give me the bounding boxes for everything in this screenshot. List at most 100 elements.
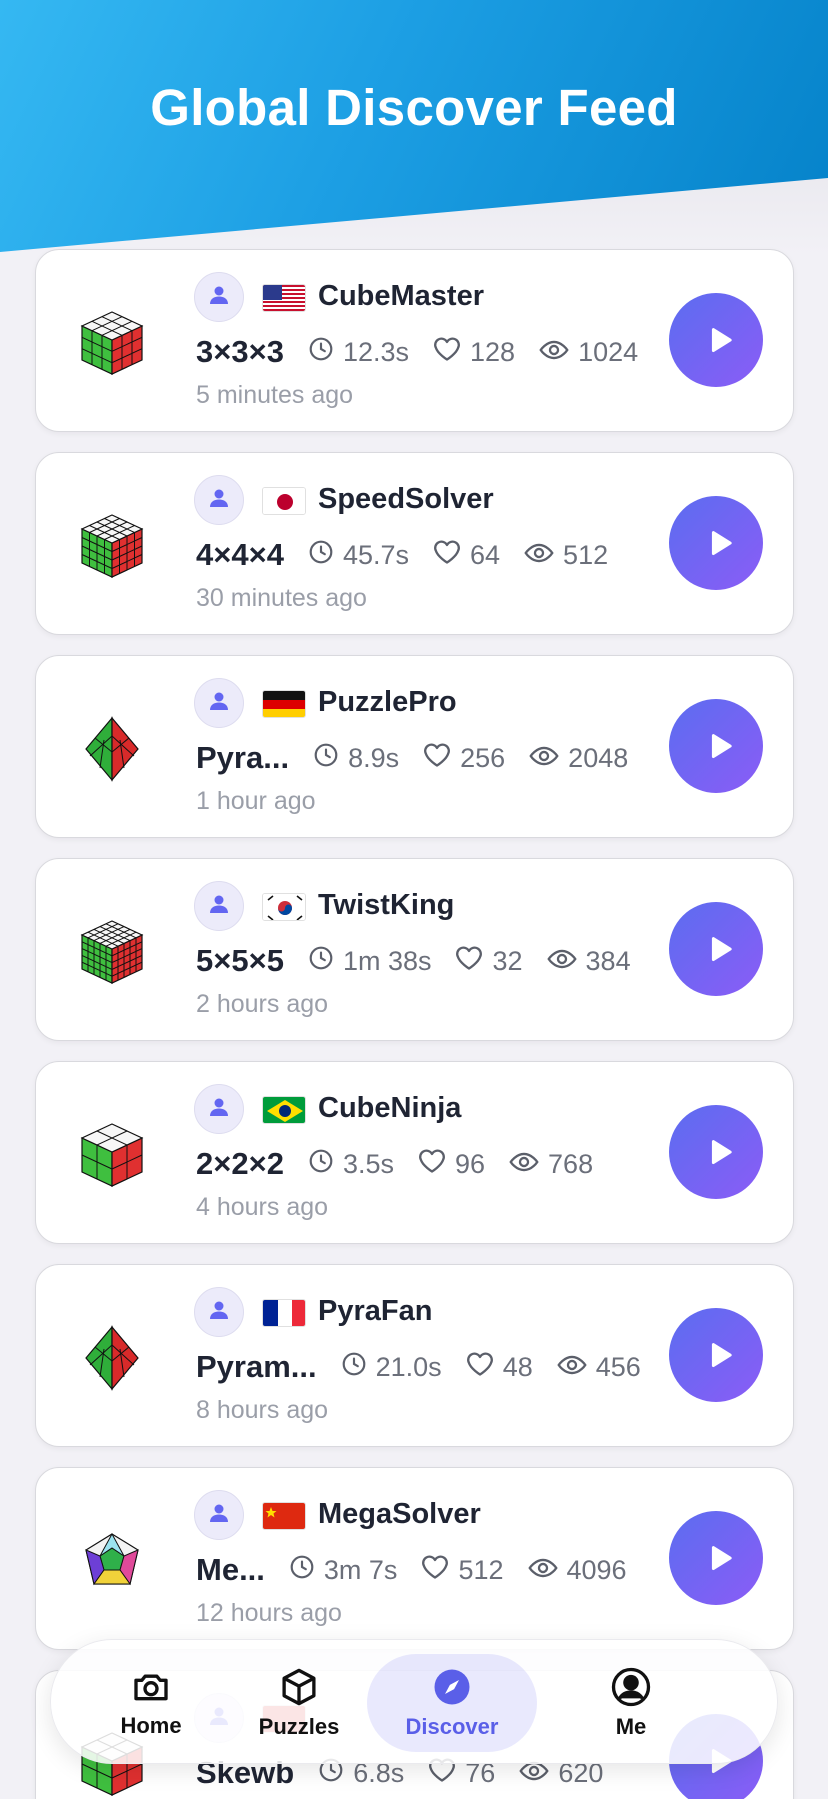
play-button[interactable]	[669, 293, 763, 387]
heart-icon[interactable]	[418, 1148, 455, 1181]
like-count[interactable]: 128	[433, 336, 515, 369]
solve-time: 21.0s	[341, 1351, 442, 1384]
play-button[interactable]	[669, 902, 763, 996]
view-count-value: 4096	[566, 1554, 627, 1585]
solve-time-value: 21.0s	[375, 1351, 442, 1382]
like-count-value: 48	[502, 1351, 533, 1382]
username[interactable]: PyraFan	[318, 1295, 432, 1328]
tab-home[interactable]: Home	[66, 1654, 236, 1752]
clock-icon	[313, 742, 348, 775]
solve-stats-row: Pyra... 8.9s 256 2048	[196, 738, 628, 778]
heart-icon[interactable]	[455, 945, 492, 978]
user-icon	[207, 486, 231, 515]
eye-icon	[546, 946, 586, 977]
view-count: 384	[546, 946, 631, 977]
like-count[interactable]: 64	[433, 539, 500, 572]
solve-stats-row: 3×3×3 12.3s 128 1024	[196, 332, 638, 372]
tab-me[interactable]: Me	[546, 1654, 716, 1752]
cube-2x2-icon	[80, 1122, 144, 1188]
compass-icon	[431, 1666, 473, 1708]
feed-card[interactable]: CubeMaster 3×3×3 12.3s 128 1024 5 minutes ago	[35, 249, 794, 432]
like-count[interactable]: 512	[421, 1554, 504, 1587]
username[interactable]: CubeMaster	[318, 280, 484, 313]
solve-time: 3.5s	[308, 1148, 394, 1181]
solve-time-value: 12.3s	[342, 336, 409, 367]
heart-icon[interactable]	[433, 539, 470, 572]
like-count-value: 512	[458, 1554, 504, 1585]
feed-card[interactable]: TwistKing 5×5×5 1m 38s 32 384 2 hours ago	[35, 858, 794, 1041]
like-count[interactable]: 32	[455, 945, 523, 978]
like-count[interactable]: 48	[466, 1351, 533, 1384]
play-button[interactable]	[669, 1308, 763, 1402]
view-count-value: 768	[548, 1148, 594, 1179]
tab-puzzles[interactable]: Puzzles	[214, 1654, 384, 1752]
timestamp: 30 minutes ago	[196, 584, 367, 612]
avatar[interactable]	[194, 1287, 244, 1337]
play-icon	[702, 323, 736, 357]
play-icon	[702, 1541, 736, 1575]
clock-icon	[308, 945, 343, 978]
username[interactable]: MegaSolver	[318, 1498, 481, 1531]
like-count[interactable]: 256	[423, 742, 505, 775]
avatar[interactable]	[194, 678, 244, 728]
tab-label: Puzzles	[258, 1714, 340, 1739]
feed-card[interactable]: PuzzlePro Pyra... 8.9s 256 2048 1 hour ago	[35, 655, 794, 838]
solve-stats-row: 2×2×2 3.5s 96 768	[196, 1144, 593, 1184]
page-title: Global Discover Feed	[150, 79, 678, 136]
avatar[interactable]	[194, 272, 244, 322]
clock-icon	[341, 1351, 376, 1384]
avatar[interactable]	[194, 475, 244, 525]
eye-icon	[529, 743, 568, 774]
puzzle-type: 5×5×5	[196, 943, 284, 978]
username[interactable]: CubeNinja	[318, 1092, 461, 1125]
play-button[interactable]	[669, 496, 763, 590]
feed-card[interactable]: SpeedSolver 4×4×4 45.7s 64 512 30 minutes ago	[35, 452, 794, 635]
country-flag-icon	[262, 1096, 306, 1124]
timestamp: 12 hours ago	[196, 1599, 342, 1627]
like-count-value: 128	[470, 336, 516, 367]
user-icon	[207, 1095, 231, 1124]
view-count: 1024	[539, 337, 638, 368]
megaminx-icon	[80, 1528, 144, 1594]
view-count: 512	[524, 540, 608, 571]
view-count: 456	[557, 1352, 641, 1383]
timestamp: 4 hours ago	[196, 1193, 329, 1221]
heart-icon[interactable]	[466, 1351, 503, 1384]
cube-outline-icon	[278, 1666, 320, 1708]
tab-discover[interactable]: Discover	[367, 1654, 537, 1752]
avatar[interactable]	[194, 881, 244, 931]
discover-feed[interactable]: CubeMaster 3×3×3 12.3s 128 1024 5 minutes ago…	[35, 249, 794, 1799]
clock-icon	[308, 336, 343, 369]
solve-time-value: 3.5s	[342, 1148, 394, 1179]
solve-time-value: 45.7s	[342, 539, 409, 570]
avatar[interactable]	[194, 1490, 244, 1540]
play-button[interactable]	[669, 1105, 763, 1199]
like-count-value: 32	[492, 945, 523, 976]
clock-icon	[308, 539, 343, 572]
eye-icon	[509, 1149, 548, 1180]
heart-icon[interactable]	[423, 742, 460, 775]
solve-time: 8.9s	[313, 742, 399, 775]
view-count: 768	[509, 1149, 593, 1180]
puzzle-type: Me...	[196, 1552, 265, 1587]
play-button[interactable]	[669, 1511, 763, 1605]
heart-icon[interactable]	[433, 336, 470, 369]
country-flag-icon	[262, 690, 306, 718]
feed-card[interactable]: MegaSolver Me... 3m 7s 512 4096 12 hours ago	[35, 1467, 794, 1650]
solve-time: 1m 38s	[308, 945, 431, 978]
user-icon	[207, 1298, 231, 1327]
solve-time: 12.3s	[308, 336, 409, 369]
play-button[interactable]	[669, 699, 763, 793]
username[interactable]: PuzzlePro	[318, 686, 457, 719]
view-count: 4096	[527, 1554, 627, 1586]
username[interactable]: SpeedSolver	[318, 483, 494, 516]
like-count[interactable]: 96	[418, 1148, 485, 1181]
feed-card[interactable]: CubeNinja 2×2×2 3.5s 96 768 4 hours ago	[35, 1061, 794, 1244]
solve-time: 45.7s	[308, 539, 409, 572]
user-icon	[207, 689, 231, 718]
heart-icon[interactable]	[421, 1554, 458, 1587]
username[interactable]: TwistKing	[318, 889, 454, 922]
feed-card[interactable]: PyraFan Pyram... 21.0s 48 456 8 hours ago	[35, 1264, 794, 1447]
play-icon	[702, 729, 736, 763]
avatar[interactable]	[194, 1084, 244, 1134]
